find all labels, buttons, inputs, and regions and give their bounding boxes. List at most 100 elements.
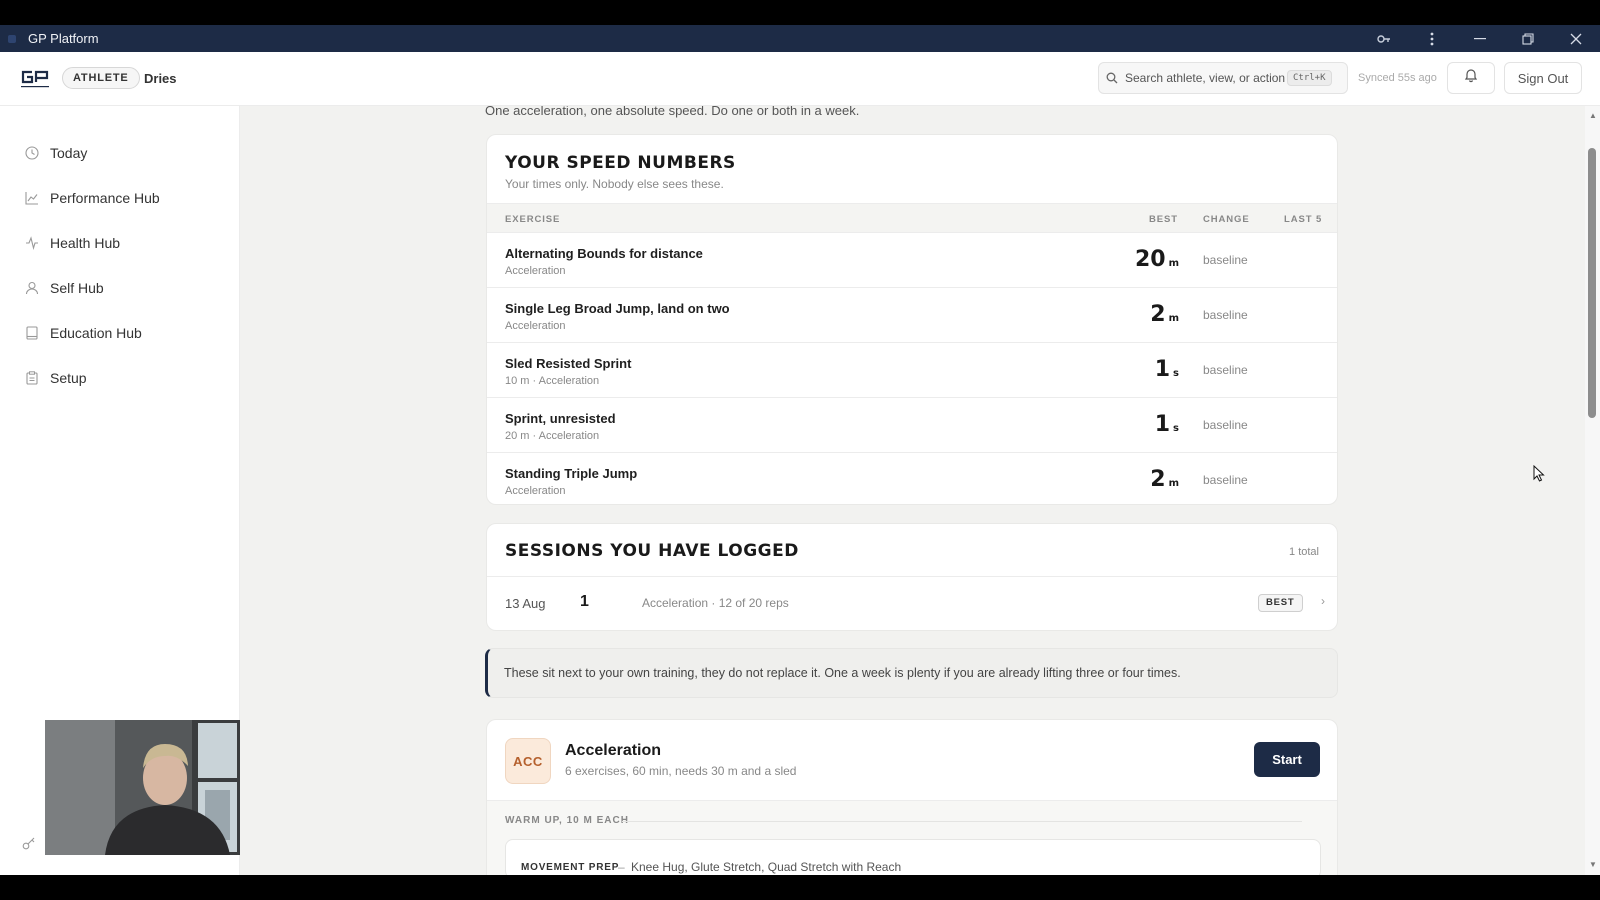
divider — [622, 821, 1302, 822]
sidebar-item-health-hub[interactable]: Health Hub — [0, 223, 239, 263]
exercise-name: Standing Triple Jump — [505, 466, 638, 481]
user-icon — [25, 281, 39, 295]
scroll-thumb[interactable] — [1588, 148, 1596, 418]
sidebar-item-label: Performance Hub — [50, 190, 160, 206]
clipboard-icon — [25, 371, 39, 385]
mouse-cursor-icon — [1533, 464, 1545, 487]
card-title: YOUR SPEED NUMBERS — [505, 153, 736, 173]
best-badge: BEST — [1258, 594, 1303, 612]
key-icon[interactable] — [1360, 25, 1408, 52]
sidebar-item-performance-hub[interactable]: Performance Hub — [0, 178, 239, 218]
movement-label: MOVEMENT PREP — [521, 862, 620, 873]
card-title: SESSIONS YOU HAVE LOGGED — [505, 541, 799, 561]
change-value: baseline — [1203, 418, 1248, 432]
chevron-right-icon: › — [1321, 594, 1325, 608]
exercise-meta: Acceleration — [505, 265, 566, 277]
exercise-meta: Acceleration — [505, 320, 566, 332]
session-count: 1 — [580, 593, 589, 610]
book-icon — [25, 326, 39, 340]
more-vertical-icon[interactable] — [1408, 25, 1456, 52]
speed-numbers-card: YOUR SPEED NUMBERS Your times only. Nobo… — [486, 134, 1338, 505]
best-value: 2m — [1150, 302, 1179, 327]
info-callout: These sit next to your own training, the… — [485, 648, 1338, 698]
exercise-meta: Acceleration — [505, 485, 566, 497]
main-content: One acceleration, one absolute speed. Do… — [240, 106, 1585, 875]
section-label: WARM UP, 10 M EACH — [505, 815, 629, 826]
app-header: ATHLETE Dries Ctrl+K Synced 55s ago Sign… — [0, 52, 1600, 106]
best-value: 2m — [1150, 467, 1179, 492]
column-header: BEST — [1149, 214, 1178, 225]
search-input[interactable] — [1125, 71, 1285, 85]
app-icon — [8, 34, 16, 43]
best-value: 1s — [1154, 357, 1179, 382]
restore-icon[interactable] — [1504, 25, 1552, 52]
session-description: Acceleration · 12 of 20 reps — [642, 596, 789, 610]
change-value: baseline — [1203, 253, 1248, 267]
search-box[interactable]: Ctrl+K — [1098, 62, 1348, 94]
scroll-up-icon[interactable]: ▲ — [1589, 111, 1597, 120]
movement-prep-row[interactable]: MOVEMENT PREP – Knee Hug, Glute Stretch,… — [505, 839, 1321, 875]
scrollbar[interactable]: ▲ ▼ — [1585, 106, 1600, 875]
table-row[interactable]: Sprint, unresisted 20 m · Acceleration 1… — [487, 398, 1337, 453]
shortcut-hint: Ctrl+K — [1287, 70, 1332, 86]
session-row[interactable]: 13 Aug 1 Acceleration · 12 of 20 reps BE… — [487, 576, 1337, 630]
movement-items: Knee Hug, Glute Stretch, Quad Stretch wi… — [631, 860, 902, 874]
scroll-down-icon[interactable]: ▼ — [1589, 860, 1597, 869]
program-badge: ACC — [505, 738, 551, 784]
sidebar-item-label: Health Hub — [50, 235, 121, 251]
table-row[interactable]: Single Leg Broad Jump, land on two Accel… — [487, 288, 1337, 343]
role-badge: ATHLETE — [62, 67, 140, 89]
window-title: GP Platform — [28, 31, 99, 46]
best-value: 1s — [1154, 412, 1179, 437]
sessions-card: SESSIONS YOU HAVE LOGGED 1 total 13 Aug … — [486, 523, 1338, 631]
sync-status: Synced 55s ago — [1358, 72, 1437, 84]
exercise-name: Single Leg Broad Jump, land on two — [505, 301, 730, 316]
sidebar-item-label: Today — [50, 145, 88, 161]
exercise-name: Alternating Bounds for distance — [505, 246, 703, 261]
program-section: WARM UP, 10 M EACH MOVEMENT PREP – Knee … — [487, 800, 1337, 875]
sessions-total: 1 total — [1289, 546, 1319, 558]
intro-text: One acceleration, one absolute speed. Do… — [485, 106, 860, 118]
letterbox-bottom — [0, 875, 1600, 900]
sidebar-item-setup[interactable]: Setup — [0, 358, 239, 398]
gp-logo[interactable] — [20, 69, 50, 89]
card-subtitle: Your times only. Nobody else sees these. — [505, 177, 724, 191]
search-icon — [1099, 72, 1125, 84]
start-button[interactable]: Start — [1254, 742, 1320, 777]
program-subtitle: 6 exercises, 60 min, needs 30 m and a sl… — [565, 764, 797, 778]
dash-separator: – — [618, 860, 625, 874]
minimize-icon[interactable] — [1456, 25, 1504, 52]
table-row[interactable]: Alternating Bounds for distance Accelera… — [487, 233, 1337, 288]
user-name: Dries — [144, 71, 177, 86]
sidebar-item-today[interactable]: Today — [0, 133, 239, 173]
clock-icon — [25, 146, 39, 160]
column-header: LAST 5 — [1284, 214, 1323, 225]
session-date: 13 Aug — [505, 596, 546, 611]
table-row[interactable]: Standing Triple Jump Acceleration 2m bas… — [487, 453, 1337, 504]
window-titlebar: GP Platform — [0, 25, 1600, 52]
chart-line-icon — [25, 191, 39, 205]
best-value: 20 m — [1134, 247, 1179, 272]
table-header: EXERCISE BEST CHANGE LAST 5 — [487, 203, 1337, 233]
exercise-name: Sprint, unresisted — [505, 411, 616, 426]
table-row[interactable]: Sled Resisted Sprint 10 m · Acceleration… — [487, 343, 1337, 398]
key-icon[interactable] — [22, 836, 36, 855]
notifications-button[interactable] — [1447, 62, 1495, 94]
close-icon[interactable] — [1552, 25, 1600, 52]
change-value: baseline — [1203, 473, 1248, 487]
sidebar-item-self-hub[interactable]: Self Hub — [0, 268, 239, 308]
exercise-meta: 10 m · Acceleration — [505, 375, 600, 387]
exercise-meta: 20 m · Acceleration — [505, 430, 600, 442]
sidebar-item-education-hub[interactable]: Education Hub — [0, 313, 239, 353]
bell-icon — [1464, 68, 1478, 88]
column-header: EXERCISE — [505, 214, 561, 225]
sign-out-button[interactable]: Sign Out — [1504, 62, 1582, 94]
sidebar-item-label: Self Hub — [50, 280, 104, 296]
program-title: Acceleration — [565, 742, 662, 759]
exercise-name: Sled Resisted Sprint — [505, 356, 632, 371]
column-header: CHANGE — [1203, 214, 1250, 225]
activity-icon — [25, 236, 39, 250]
sidebar-item-label: Setup — [50, 370, 87, 386]
sidebar-item-label: Education Hub — [50, 325, 142, 341]
letterbox-top — [0, 0, 1600, 25]
